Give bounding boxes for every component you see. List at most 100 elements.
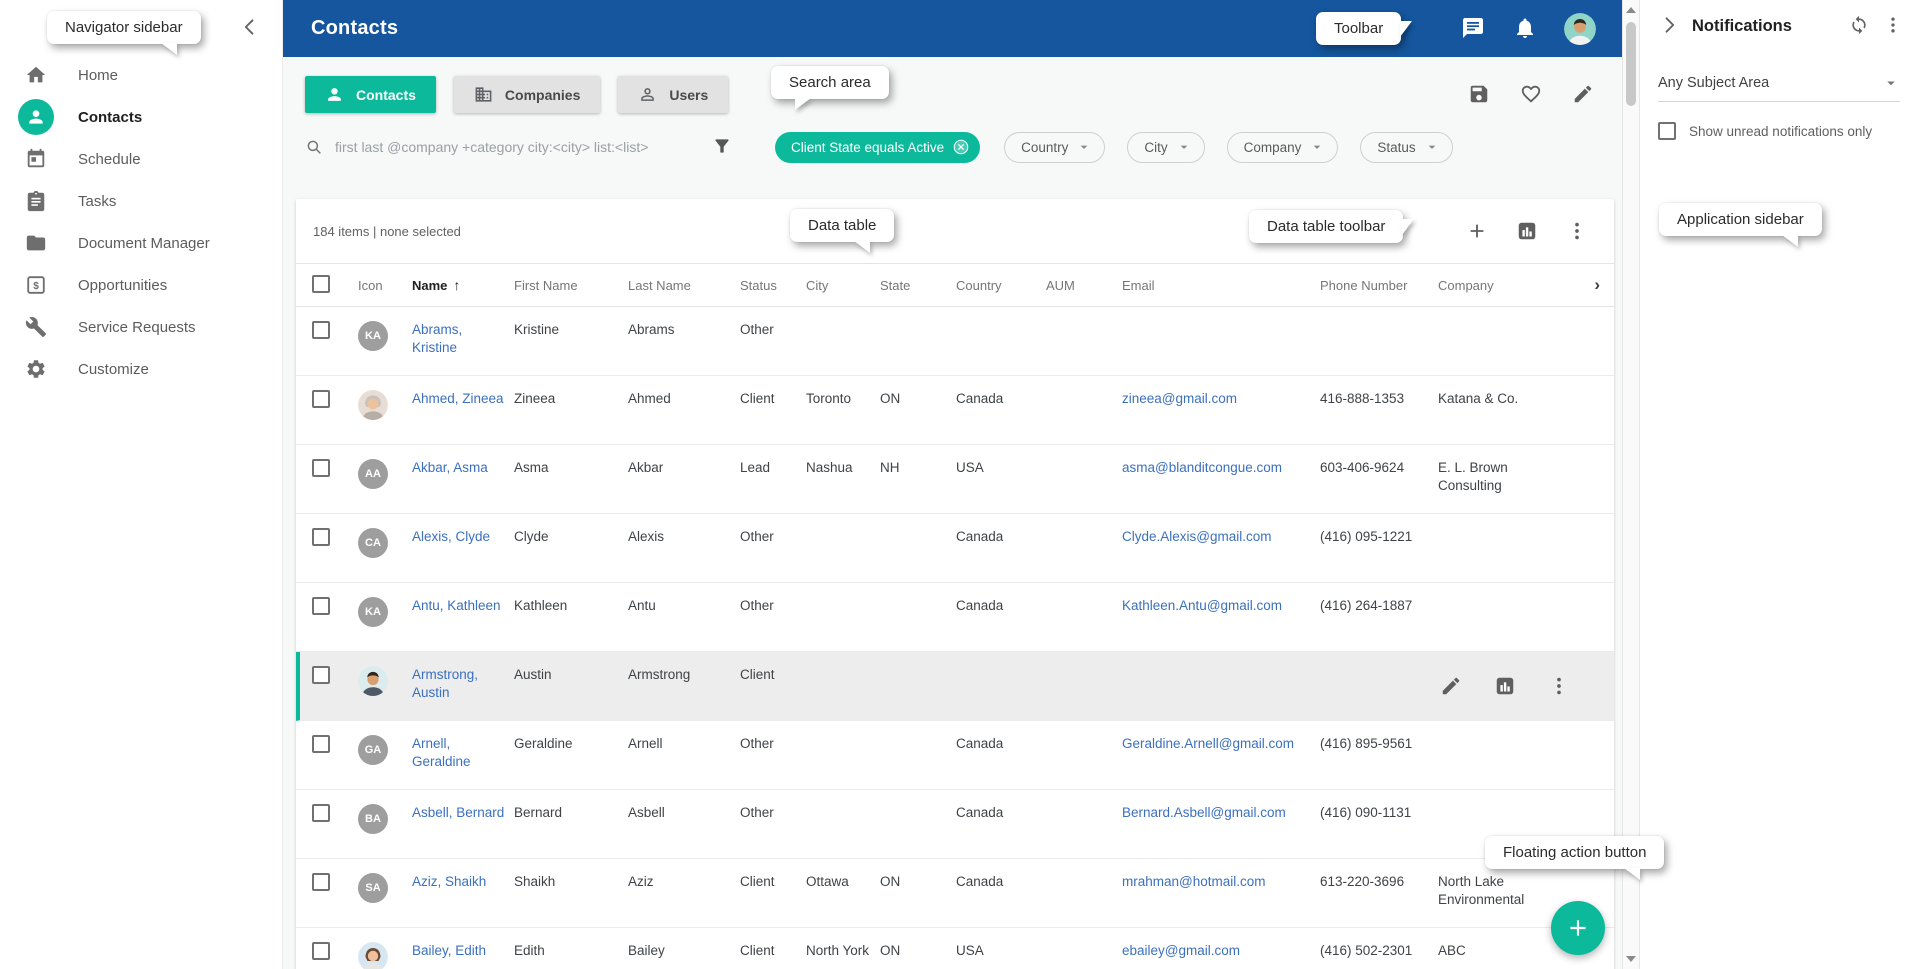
tab-companies[interactable]: Companies xyxy=(454,76,600,113)
contact-name-link[interactable]: Aziz, Shaikh xyxy=(412,874,486,889)
scroll-columns-right-button[interactable]: › xyxy=(1594,275,1604,295)
contact-name-link[interactable]: Arnell, Geraldine xyxy=(412,736,471,769)
chat-icon[interactable] xyxy=(1460,16,1486,42)
cell-status: Other xyxy=(740,721,806,753)
filter-dropdown-city[interactable]: City xyxy=(1127,132,1204,163)
contact-name-link[interactable]: Antu, Kathleen xyxy=(412,598,501,613)
scroll-down-arrow[interactable] xyxy=(1626,956,1636,962)
table-row[interactable]: BAAsbell, BernardBernardAsbellOtherCanad… xyxy=(296,790,1614,859)
email-link[interactable]: Bernard.Asbell@gmail.com xyxy=(1122,805,1286,820)
filter-dropdown-country[interactable]: Country xyxy=(1004,132,1105,163)
column-header-first-name[interactable]: First Name xyxy=(514,278,628,293)
contact-name-link[interactable]: Armstrong, Austin xyxy=(412,667,478,700)
save-view-button[interactable] xyxy=(1468,83,1490,105)
sidebar-item-customize[interactable]: Customize xyxy=(0,348,282,390)
column-header-email[interactable]: Email xyxy=(1122,278,1320,293)
row-edit-button[interactable] xyxy=(1440,675,1462,697)
row-checkbox[interactable] xyxy=(312,597,330,615)
row-checkbox[interactable] xyxy=(312,666,330,684)
filter-funnel-button[interactable] xyxy=(711,136,733,158)
tab-users[interactable]: Users xyxy=(618,76,728,113)
column-header-state[interactable]: State xyxy=(880,278,956,293)
sidebar-item-contacts[interactable]: Contacts xyxy=(0,96,282,138)
contact-name-link[interactable]: Akbar, Asma xyxy=(412,460,488,475)
email-link[interactable]: Kathleen.Antu@gmail.com xyxy=(1122,598,1282,613)
table-row[interactable]: SAAziz, ShaikhShaikhAzizClientOttawaONCa… xyxy=(296,859,1614,928)
row-checkbox[interactable] xyxy=(312,735,330,753)
row-checkbox[interactable] xyxy=(312,873,330,891)
tab-contacts[interactable]: Contacts xyxy=(305,76,436,113)
chevron-left-icon xyxy=(240,17,260,37)
row-checkbox[interactable] xyxy=(312,942,330,960)
sidebar-item-tasks[interactable]: Tasks xyxy=(0,180,282,222)
email-link[interactable]: Clyde.Alexis@gmail.com xyxy=(1122,529,1272,544)
filter-dropdown-status[interactable]: Status xyxy=(1360,132,1452,163)
email-link[interactable]: mrahman@hotmail.com xyxy=(1122,874,1266,889)
navigator-menu: HomeContactsScheduleTasksDocument Manage… xyxy=(0,54,282,390)
cell-status: Client xyxy=(740,652,806,684)
email-link[interactable]: zineea@gmail.com xyxy=(1122,391,1237,406)
table-row[interactable]: CAAlexis, ClydeClydeAlexisOtherCanadaCly… xyxy=(296,514,1614,583)
edit-view-button[interactable] xyxy=(1572,83,1594,105)
chip-close-icon[interactable] xyxy=(952,138,970,156)
contact-name-link[interactable]: Asbell, Bernard xyxy=(412,805,504,820)
chart-view-button[interactable] xyxy=(1516,220,1538,242)
column-header-name[interactable]: Name↑ xyxy=(412,277,514,293)
table-row[interactable]: GAArnell, GeraldineGeraldineArnellOtherC… xyxy=(296,721,1614,790)
column-header-city[interactable]: City xyxy=(806,278,880,293)
row-checkbox[interactable] xyxy=(312,459,330,477)
collapse-app-sidebar-button[interactable] xyxy=(1658,15,1680,37)
row-chart-button[interactable] xyxy=(1494,675,1516,697)
contact-name-link[interactable]: Ahmed, Zineea xyxy=(412,391,504,406)
cell-first-name: Geraldine xyxy=(514,721,628,753)
search-input[interactable] xyxy=(335,139,665,155)
email-link[interactable]: Geraldine.Arnell@gmail.com xyxy=(1122,736,1294,751)
contact-name-link[interactable]: Alexis, Clyde xyxy=(412,529,490,544)
sidebar-item-service-requests[interactable]: Service Requests xyxy=(0,306,282,348)
row-checkbox[interactable] xyxy=(312,390,330,408)
favorite-button[interactable] xyxy=(1520,83,1542,105)
table-row[interactable]: AAAkbar, AsmaAsmaAkbarLeadNashuaNHUSAasm… xyxy=(296,445,1614,514)
sidebar-more-button[interactable] xyxy=(1882,15,1904,37)
email-link[interactable]: asma@blanditcongue.com xyxy=(1122,460,1282,475)
contact-name-link[interactable]: Bailey, Edith xyxy=(412,943,486,958)
filter-chip[interactable]: Client State equals Active xyxy=(775,132,980,163)
table-row[interactable]: KAAbrams, KristineKristineAbramsOther xyxy=(296,307,1614,376)
refresh-button[interactable] xyxy=(1848,15,1870,37)
row-checkbox[interactable] xyxy=(312,804,330,822)
callout-navigator-sidebar: Navigator sidebar xyxy=(47,11,201,44)
column-header-status[interactable]: Status xyxy=(740,278,806,293)
notifications-bell-icon[interactable] xyxy=(1512,16,1538,42)
collapse-navigator-button[interactable] xyxy=(236,14,264,42)
row-more-button[interactable] xyxy=(1548,675,1570,697)
user-avatar[interactable] xyxy=(1564,13,1596,45)
column-header-company[interactable]: Company xyxy=(1438,278,1558,293)
unread-checkbox[interactable] xyxy=(1658,122,1676,140)
floating-action-button[interactable] xyxy=(1551,901,1605,955)
subject-area-select[interactable]: Any Subject Area xyxy=(1658,74,1900,102)
filter-dropdown-company[interactable]: Company xyxy=(1227,132,1339,163)
column-header-country[interactable]: Country xyxy=(956,278,1046,293)
column-header-phone-number[interactable]: Phone Number xyxy=(1320,278,1438,293)
row-checkbox[interactable] xyxy=(312,321,330,339)
sidebar-item-document-manager[interactable]: Document Manager xyxy=(0,222,282,264)
table-row[interactable]: Armstrong, AustinAustinArmstrongClient xyxy=(296,652,1614,721)
column-header-icon[interactable]: Icon xyxy=(358,278,412,293)
email-link[interactable]: ebailey@gmail.com xyxy=(1122,943,1240,958)
table-more-button[interactable] xyxy=(1566,220,1588,242)
scrollbar-thumb[interactable] xyxy=(1626,22,1636,106)
sidebar-item-opportunities[interactable]: $Opportunities xyxy=(0,264,282,306)
scroll-up-arrow[interactable] xyxy=(1626,7,1636,13)
main-scrollbar[interactable] xyxy=(1622,0,1640,969)
column-header-aum[interactable]: AUM xyxy=(1046,278,1122,293)
sidebar-item-schedule[interactable]: Schedule xyxy=(0,138,282,180)
table-row[interactable]: Ahmed, ZineeaZineeaAhmedClientTorontoONC… xyxy=(296,376,1614,445)
sidebar-item-home[interactable]: Home xyxy=(0,54,282,96)
table-row[interactable]: Bailey, EdithEdithBaileyClientNorth York… xyxy=(296,928,1614,969)
table-row[interactable]: KAAntu, KathleenKathleenAntuOtherCanadaK… xyxy=(296,583,1614,652)
add-record-button[interactable] xyxy=(1466,220,1488,242)
column-header-last-name[interactable]: Last Name xyxy=(628,278,740,293)
select-all-checkbox[interactable] xyxy=(312,275,330,293)
contact-name-link[interactable]: Abrams, Kristine xyxy=(412,322,462,355)
row-checkbox[interactable] xyxy=(312,528,330,546)
